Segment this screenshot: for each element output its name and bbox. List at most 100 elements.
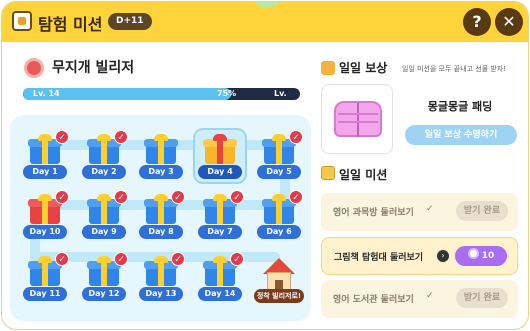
mission-item: 영어 과목방 둘러보기 ✓ 받기 완료 [321,193,518,231]
day-label: Day 10 [23,225,67,239]
gift-bow [97,134,111,141]
gift-bow [154,134,168,141]
day-reward-4[interactable]: Day 4 [193,128,247,184]
mission-claimed-button: 받기 완료 [456,288,508,308]
claimed-check-icon: ✓ [114,252,128,266]
day-reward-9[interactable]: ✓ Day 9 [80,190,128,244]
reward-item-image [321,84,393,154]
window-title: 탐험 미션 [38,15,103,34]
gift-ribbon [42,199,48,224]
day-reward-10[interactable]: ✓ Day 10 [21,190,69,244]
gift-ribbon [158,261,164,286]
rainbow-shield-icon [24,58,44,78]
mission-text: 영어 도서관 둘러보기 [333,295,414,305]
day-label: Day 12 [82,287,126,301]
gift-bow [272,194,286,201]
progress-percent: 75% [217,89,237,98]
gift-bow [272,134,286,141]
mission-reward-amount: 10 [481,251,495,261]
day-reward-12[interactable]: ✓ Day 12 [80,252,128,306]
gift-ribbon [158,139,164,164]
gift-ribbon [101,199,107,224]
gift-bow [213,256,227,263]
day-reward-8[interactable]: ✓ Day 8 [137,190,185,244]
day-reward-7[interactable]: ✓ Day 7 [196,190,244,244]
gift-ribbon [276,199,282,224]
claimed-check-icon: ✓ [55,130,69,144]
gift-bow [213,194,227,201]
mission-item: 영어 도서관 둘러보기 ✓ 받기 완료 [321,280,518,318]
gift-ribbon [101,261,107,286]
mission-text: 그림책 탐험대 둘러보기 [334,253,424,263]
daily-missions-title: 일일 미션 [339,168,388,182]
claimed-check-icon: ✓ [114,130,128,144]
day-label: Day 2 [82,165,126,179]
house-label: 정착 빌리저로! [254,289,304,303]
claimed-check-icon: ✓ [114,190,128,204]
settle-village-house[interactable]: 정착 빌리저로! [254,256,304,310]
claim-daily-reward-button[interactable]: 일일 보상 수령하기 [405,125,517,145]
mission-book-icon [12,11,32,31]
gift-ribbon [217,199,223,224]
day-reward-6[interactable]: ✓ Day 6 [255,190,303,244]
claimed-check-icon: ✓ [171,190,185,204]
day-label: Day 11 [23,287,67,301]
day-label: Day 9 [82,225,126,239]
day-label: Day 6 [257,225,301,239]
level-next: Lv. 15 [274,89,287,98]
header-notch [252,2,282,8]
gift-bow [38,194,52,201]
claimed-check-icon: ✓ [230,190,244,204]
day-label: Day 3 [139,165,183,179]
gift-bow [97,256,111,263]
gift-ribbon [42,139,48,164]
gift-ribbon [101,139,107,164]
gift-ribbon [276,139,282,164]
help-button[interactable]: ? [463,8,491,36]
gift-ribbon [217,261,223,286]
claimed-check-icon: ✓ [171,252,185,266]
mission-item: 그림책 탐험대 둘러보기 › 10 [321,237,518,275]
mission-claimed-button: 받기 완료 [456,201,508,221]
mission-text: 영어 과목방 둘러보기 [333,208,414,218]
clipboard-icon [321,166,335,180]
gift-ribbon [217,139,223,164]
coin-icon [467,248,479,259]
gift-bow [38,256,52,263]
claimed-check-icon: ✓ [230,252,244,266]
gift-ribbon [158,199,164,224]
day-reward-14[interactable]: ✓ Day 14 [196,252,244,306]
level-progress-bar: Lv. 14 75% Lv. 15 [23,88,300,100]
gift-bow [154,256,168,263]
claimed-check-icon: ✓ [55,252,69,266]
level-current: Lv. 14 [33,89,60,98]
day-label: Day 1 [23,165,67,179]
daily-reward-subtitle: 일일 미션을 모두 끝내고 선물 받자! [402,65,507,73]
gift-icon [321,61,335,75]
daily-reward-title: 일일 보상 [339,61,388,75]
header-bar: 탐험 미션 D+11 ? ✕ [2,2,528,42]
day-label: Day 7 [198,225,242,239]
day-reward-3[interactable]: Day 3 [137,130,185,184]
day-label: Day 8 [139,225,183,239]
day-reward-11[interactable]: ✓ Day 11 [21,252,69,306]
day-reward-2[interactable]: ✓ Day 2 [80,130,128,184]
mission-reward-button[interactable]: 10 [455,246,507,266]
go-arrow-icon[interactable]: › [437,250,449,262]
day-label: Day 4 [198,165,242,179]
done-check-icon: ✓ [426,204,434,214]
day-reward-1[interactable]: ✓ Day 1 [21,130,69,184]
close-button[interactable]: ✕ [495,8,523,36]
day-reward-13[interactable]: ✓ Day 13 [137,252,185,306]
claimed-check-icon: ✓ [289,130,303,144]
village-title: 무지개 빌리저 [52,60,135,76]
claimed-check-icon: ✓ [55,190,69,204]
gift-bow [213,134,227,141]
gift-box-icon [144,134,178,164]
day-label: Day 14 [198,287,242,301]
day-reward-5[interactable]: ✓ Day 5 [255,130,303,184]
day-label: Day 5 [257,165,301,179]
day-label: Day 13 [139,287,183,301]
puffer-jacket-icon [334,101,382,137]
gift-box-icon [203,134,237,164]
